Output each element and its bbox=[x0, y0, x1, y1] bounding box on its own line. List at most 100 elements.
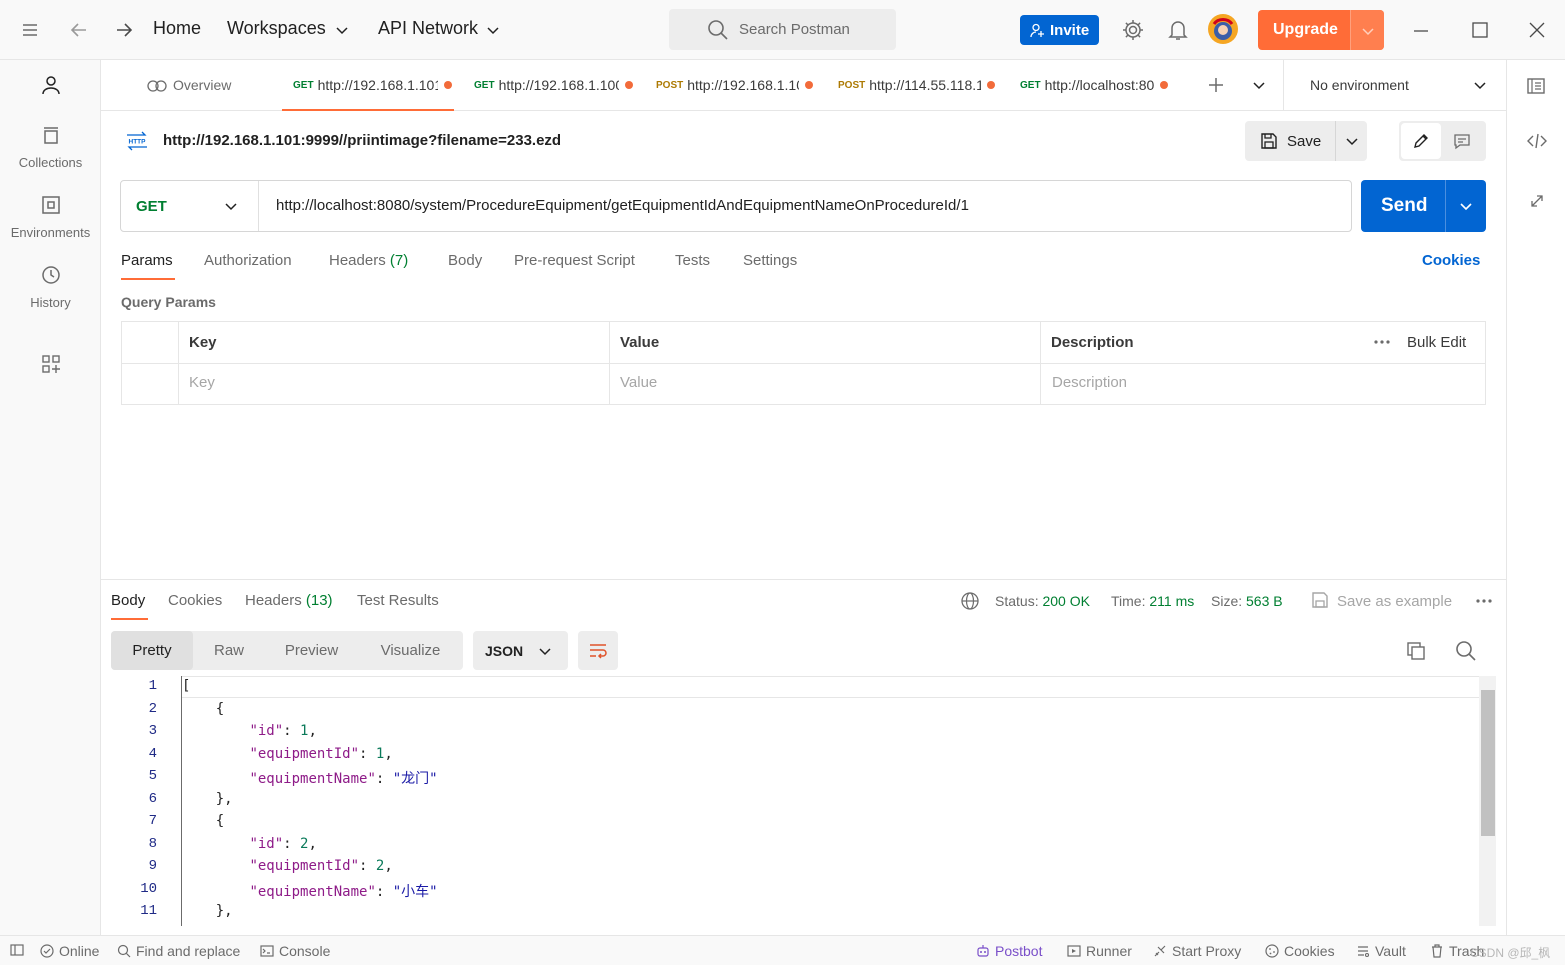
globe-icon[interactable] bbox=[960, 591, 980, 611]
pencil-icon bbox=[1412, 132, 1430, 150]
sidebar-item-collections[interactable]: Collections bbox=[0, 124, 101, 170]
line-number: 3 bbox=[148, 723, 157, 739]
menu-icon[interactable] bbox=[20, 20, 40, 40]
back-arrow-icon[interactable] bbox=[68, 19, 90, 41]
code-line: "equipmentId": 2, bbox=[249, 858, 393, 874]
start-proxy-button[interactable]: Start Proxy bbox=[1153, 943, 1241, 959]
notifications-bell-icon[interactable] bbox=[1167, 18, 1189, 42]
search-postman-input[interactable]: Search Postman bbox=[669, 9, 896, 50]
editor-scrollbar-thumb[interactable] bbox=[1481, 690, 1495, 836]
vault-button[interactable]: Vault bbox=[1356, 943, 1406, 959]
response-tab-body[interactable]: Body bbox=[111, 592, 145, 609]
wrap-lines-button[interactable] bbox=[578, 631, 618, 670]
tab-overview[interactable]: Overview bbox=[147, 60, 277, 111]
size-label: Size: bbox=[1211, 593, 1243, 609]
upgrade-button[interactable]: Upgrade bbox=[1258, 10, 1384, 50]
sidebar-item-environments[interactable]: Environments bbox=[0, 194, 101, 240]
more-options-icon[interactable] bbox=[1373, 336, 1391, 348]
bulk-edit-button[interactable]: Bulk Edit bbox=[1407, 334, 1466, 351]
close-window-icon[interactable] bbox=[1528, 21, 1546, 39]
send-button[interactable]: Send bbox=[1361, 180, 1486, 232]
sidebar-item-label: Environments bbox=[10, 225, 91, 240]
pane-divider[interactable] bbox=[101, 579, 1506, 580]
url-input[interactable] bbox=[276, 197, 1336, 214]
response-tab-cookies[interactable]: Cookies bbox=[168, 592, 222, 609]
tab-pre-request-script[interactable]: Pre-request Script bbox=[514, 252, 635, 269]
tab-tests[interactable]: Tests bbox=[675, 252, 710, 269]
tab-list-chevron-down-icon[interactable] bbox=[1252, 78, 1266, 92]
new-tab-plus-icon[interactable] bbox=[1207, 76, 1225, 94]
cookies-link[interactable]: Cookies bbox=[1422, 252, 1480, 269]
view-mode-raw[interactable]: Raw bbox=[193, 631, 265, 670]
online-status[interactable]: Online bbox=[40, 943, 99, 959]
description-input[interactable]: Description bbox=[1052, 374, 1127, 391]
response-size[interactable]: Size: 563 B bbox=[1211, 593, 1283, 609]
edit-mode-button[interactable] bbox=[1401, 123, 1441, 159]
chevron-down-icon[interactable] bbox=[486, 23, 500, 37]
tab-authorization[interactable]: Authorization bbox=[204, 252, 292, 269]
runner-button[interactable]: Runner bbox=[1067, 943, 1132, 959]
avatar[interactable] bbox=[1207, 13, 1239, 45]
upgrade-dropdown[interactable] bbox=[1350, 10, 1384, 50]
trash-icon bbox=[1432, 944, 1442, 958]
sidebar-item-account[interactable] bbox=[0, 74, 101, 99]
environment-quicklook-icon[interactable] bbox=[1526, 76, 1546, 96]
key-input[interactable]: Key bbox=[189, 374, 215, 391]
nav-api-network[interactable]: API Network bbox=[378, 18, 478, 39]
save-button[interactable]: Save bbox=[1245, 121, 1367, 161]
view-mode-visualize[interactable]: Visualize bbox=[358, 631, 463, 670]
response-tab-headers[interactable]: Headers (13) bbox=[245, 592, 333, 609]
tab-body[interactable]: Body bbox=[448, 252, 482, 269]
sidebar-item-history[interactable]: History bbox=[0, 264, 101, 310]
environment-selector[interactable]: No environment bbox=[1283, 60, 1506, 110]
more-options-icon[interactable] bbox=[1475, 595, 1493, 607]
tab-headers[interactable]: Headers (7) bbox=[329, 252, 408, 269]
response-time[interactable]: Time: 211 ms bbox=[1111, 593, 1194, 609]
forward-arrow-icon[interactable] bbox=[113, 19, 135, 41]
response-tab-test-results[interactable]: Test Results bbox=[357, 592, 439, 609]
grid-add-icon bbox=[40, 353, 62, 375]
code-line: [ bbox=[182, 678, 191, 694]
request-title[interactable]: http://192.168.1.101:9999//priintimage?f… bbox=[163, 132, 561, 149]
invite-button[interactable]: Invite bbox=[1020, 15, 1099, 45]
nav-home[interactable]: Home bbox=[153, 18, 201, 39]
chevron-down-icon[interactable] bbox=[335, 23, 349, 37]
tab-params[interactable]: Params bbox=[121, 252, 173, 269]
left-sidebar: Collections Environments History bbox=[0, 60, 101, 935]
value-input[interactable]: Value bbox=[620, 374, 657, 391]
cookies-button[interactable]: Cookies bbox=[1265, 943, 1335, 959]
code-snippet-icon[interactable] bbox=[1526, 131, 1548, 151]
tab-request[interactable]: POST http://192.168.1.10 bbox=[645, 60, 823, 111]
sidebar-item-add-apps[interactable] bbox=[0, 353, 101, 378]
view-mode-pretty[interactable]: Pretty bbox=[111, 631, 193, 670]
copy-icon[interactable] bbox=[1405, 640, 1427, 662]
console-button[interactable]: Console bbox=[260, 943, 330, 959]
view-mode-preview[interactable]: Preview bbox=[265, 631, 358, 670]
search-icon[interactable] bbox=[1455, 640, 1477, 662]
comments-icon[interactable] bbox=[1453, 132, 1471, 150]
tab-request[interactable]: GET http://192.168.1.100 bbox=[463, 60, 641, 111]
find-replace-button[interactable]: Find and replace bbox=[117, 943, 240, 959]
response-body-editor[interactable]: 1 [2 {3 "id": 1, 4 "equipmentId": 1, 5 "equ… bbox=[101, 676, 1496, 926]
save-as-example-button[interactable]: Save as example bbox=[1337, 593, 1452, 610]
method-value: GET bbox=[136, 198, 167, 215]
format-select[interactable]: JSON bbox=[473, 631, 568, 670]
minimize-window-icon[interactable] bbox=[1412, 22, 1430, 40]
tab-request[interactable]: GET http://localhost:80 bbox=[1009, 60, 1189, 111]
console-label: Console bbox=[279, 943, 331, 959]
related-collections-icon[interactable] bbox=[1528, 192, 1546, 210]
response-status[interactable]: Status: 200 OK bbox=[995, 593, 1090, 609]
size-value: 563 B bbox=[1246, 593, 1283, 609]
settings-gear-icon[interactable] bbox=[1121, 18, 1145, 42]
nav-workspaces[interactable]: Workspaces bbox=[227, 18, 326, 39]
tab-request[interactable]: POST http://114.55.118.1 bbox=[827, 60, 1005, 111]
line-number: 2 bbox=[148, 700, 157, 717]
toggle-sidebar-button[interactable] bbox=[10, 943, 24, 957]
tab-settings[interactable]: Settings bbox=[743, 252, 797, 269]
method-select[interactable]: GET bbox=[121, 181, 259, 231]
save-dropdown[interactable] bbox=[1335, 121, 1367, 161]
tab-request[interactable]: GET http://192.168.1.101 bbox=[282, 60, 454, 111]
postbot-button[interactable]: Postbot bbox=[976, 943, 1042, 959]
send-dropdown[interactable] bbox=[1445, 180, 1486, 232]
maximize-window-icon[interactable] bbox=[1471, 21, 1489, 39]
